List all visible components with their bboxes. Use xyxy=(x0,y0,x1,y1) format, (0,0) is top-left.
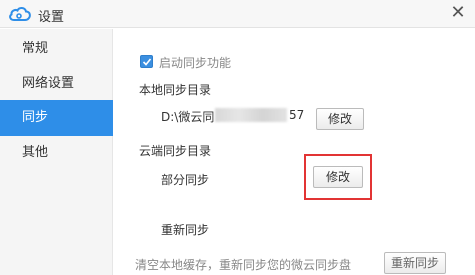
sidebar-item-other[interactable]: 其他 xyxy=(0,135,113,171)
sync-settings-panel: 启动同步功能 本地同步目录 D:\微云同 57 修改 云端同步目录 部分同步 修… xyxy=(114,29,475,275)
sidebar-item-network[interactable]: 网络设置 xyxy=(0,66,113,102)
redacted-path xyxy=(215,108,287,122)
sidebar-item-sync[interactable]: 同步 xyxy=(0,100,113,136)
local-path-prefix: D:\微云同 xyxy=(161,110,215,124)
window-title: 设置 xyxy=(38,10,65,25)
cloud-logo-icon xyxy=(8,5,32,23)
modify-local-dir-button[interactable]: 修改 xyxy=(316,108,364,130)
resync-button[interactable]: 重新同步 xyxy=(384,252,446,274)
check-icon xyxy=(142,58,152,66)
enable-sync-label: 启动同步功能 xyxy=(159,56,232,70)
local-path-suffix: 57 xyxy=(289,108,305,122)
title-bar: 设置 ✕ xyxy=(0,0,475,28)
sidebar: 常规 网络设置 同步 其他 xyxy=(0,29,113,275)
cloud-dir-label: 云端同步目录 xyxy=(139,144,212,158)
highlight-box xyxy=(304,154,372,200)
enable-sync-checkbox[interactable] xyxy=(140,55,153,68)
resync-label: 重新同步 xyxy=(161,223,210,237)
local-dir-label: 本地同步目录 xyxy=(139,83,212,97)
resync-description: 清空本地缓存，重新同步您的微云同步盘 xyxy=(135,258,352,272)
partial-sync-label: 部分同步 xyxy=(161,173,210,187)
sidebar-item-general[interactable]: 常规 xyxy=(0,31,113,67)
close-button[interactable]: ✕ xyxy=(447,3,469,25)
